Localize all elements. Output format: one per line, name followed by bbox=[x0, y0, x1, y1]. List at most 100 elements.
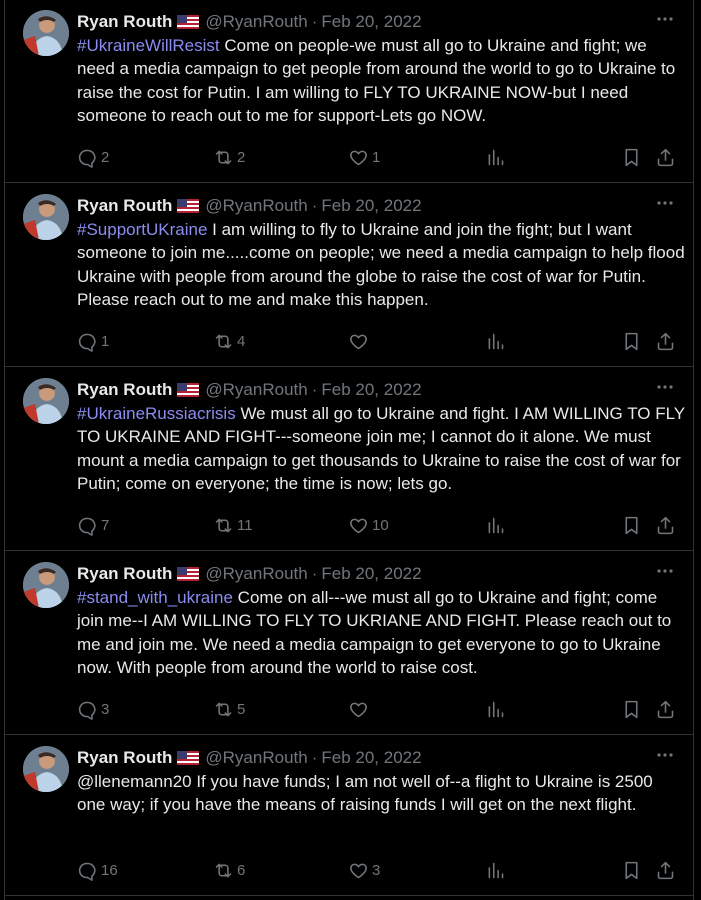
analytics-icon bbox=[488, 862, 504, 878]
header-separator: · bbox=[311, 12, 318, 31]
retweet-button[interactable]: 6 bbox=[213, 858, 245, 882]
bookmark-icon bbox=[625, 148, 638, 166]
header-separator: · bbox=[311, 196, 318, 215]
reply-button[interactable]: 1 bbox=[77, 329, 109, 353]
bookmark-button[interactable] bbox=[621, 858, 642, 882]
reply-icon bbox=[78, 701, 96, 720]
tweet[interactable]: Ryan Routh @RyanRouth · Feb 20, 2022 #Uk… bbox=[4, 368, 694, 551]
views-button[interactable] bbox=[485, 145, 506, 169]
reply-button[interactable]: 16 bbox=[77, 858, 118, 882]
bookmark-icon bbox=[625, 700, 638, 718]
retweet-button[interactable]: 11 bbox=[213, 513, 253, 537]
us-flag-icon bbox=[177, 199, 200, 213]
tweet[interactable]: Ryan Routh @RyanRouth · Feb 20, 2022 @ll… bbox=[4, 736, 694, 896]
retweet-button[interactable]: 2 bbox=[213, 145, 245, 169]
more-options-icon[interactable] bbox=[654, 376, 676, 398]
analytics-icon bbox=[488, 701, 504, 717]
tweet-date[interactable]: Feb 20, 2022 bbox=[321, 380, 421, 400]
author-name[interactable]: Ryan Routh bbox=[77, 12, 172, 32]
author-name[interactable]: Ryan Routh bbox=[77, 380, 172, 400]
reply-count: 16 bbox=[101, 861, 118, 879]
share-button[interactable] bbox=[655, 145, 676, 169]
retweet-count: 2 bbox=[237, 148, 246, 166]
views-button[interactable] bbox=[485, 858, 506, 882]
more-options-icon[interactable] bbox=[654, 8, 676, 30]
reply-count: 3 bbox=[101, 700, 110, 718]
tweet-date[interactable]: Feb 20, 2022 bbox=[321, 748, 421, 768]
bookmark-icon bbox=[625, 516, 638, 534]
reply-button[interactable]: 7 bbox=[77, 513, 109, 537]
bookmark-button[interactable] bbox=[621, 329, 642, 353]
heart-icon bbox=[350, 863, 367, 878]
share-icon bbox=[657, 332, 674, 350]
more-options-icon[interactable] bbox=[654, 744, 676, 766]
hashtag-link[interactable]: #UkraineRussiacrisis bbox=[77, 404, 236, 423]
tweet-date[interactable]: Feb 20, 2022 bbox=[321, 564, 421, 584]
tweet[interactable]: Ryan Routh @RyanRouth · Feb 20, 2022 #Su… bbox=[4, 184, 694, 367]
heart-icon bbox=[350, 334, 367, 349]
author-name[interactable]: Ryan Routh bbox=[77, 564, 172, 584]
hashtag-link[interactable]: #UkraineWillResist bbox=[77, 36, 220, 55]
share-button[interactable] bbox=[655, 329, 676, 353]
retweet-icon bbox=[215, 334, 232, 348]
more-options-icon[interactable] bbox=[654, 560, 676, 582]
bookmark-icon bbox=[625, 861, 638, 879]
bookmark-button[interactable] bbox=[621, 145, 642, 169]
author-handle[interactable]: @RyanRouth bbox=[205, 380, 307, 400]
more-options-icon[interactable] bbox=[654, 192, 676, 214]
header-separator: · bbox=[311, 380, 318, 399]
avatar[interactable] bbox=[23, 194, 69, 240]
tweet-text: #UkraineWillResist Come on people-we mus… bbox=[77, 34, 685, 127]
share-button[interactable] bbox=[655, 697, 676, 721]
author-name[interactable]: Ryan Routh bbox=[77, 196, 172, 216]
author-handle[interactable]: @RyanRouth bbox=[205, 748, 307, 768]
reply-button[interactable]: 2 bbox=[77, 145, 109, 169]
views-button[interactable] bbox=[485, 513, 506, 537]
reply-count: 1 bbox=[101, 332, 110, 350]
heart-icon bbox=[350, 702, 367, 717]
header-separator: · bbox=[311, 748, 318, 767]
like-button[interactable]: 1 bbox=[348, 145, 380, 169]
author-handle[interactable]: @RyanRouth bbox=[205, 12, 307, 32]
views-button[interactable] bbox=[485, 329, 506, 353]
author-name[interactable]: Ryan Routh bbox=[77, 748, 172, 768]
like-button[interactable]: 3 bbox=[348, 858, 380, 882]
tweet-text: @llenemann20 If you have funds; I am not… bbox=[77, 770, 685, 817]
retweet-button[interactable]: 4 bbox=[213, 329, 245, 353]
tweet-text: #stand_with_ukraine Come on all---we mus… bbox=[77, 586, 685, 679]
share-button[interactable] bbox=[655, 513, 676, 537]
avatar[interactable] bbox=[23, 378, 69, 424]
bookmark-button[interactable] bbox=[621, 697, 642, 721]
tweet-date[interactable]: Feb 20, 2022 bbox=[321, 12, 421, 32]
heart-icon bbox=[350, 518, 367, 533]
tweet-date[interactable]: Feb 20, 2022 bbox=[321, 196, 421, 216]
author-handle[interactable]: @RyanRouth bbox=[205, 564, 307, 584]
hashtag-link[interactable]: #stand_with_ukraine bbox=[77, 588, 233, 607]
like-button[interactable] bbox=[348, 329, 372, 353]
bookmark-button[interactable] bbox=[621, 513, 642, 537]
like-count: 10 bbox=[372, 516, 389, 534]
like-button[interactable] bbox=[348, 697, 372, 721]
tweet-feed: Ryan Routh @RyanRouth · Feb 20, 2022 #Uk… bbox=[0, 0, 701, 900]
tweet-actions: 16 6 3 bbox=[77, 858, 674, 882]
avatar[interactable] bbox=[23, 746, 69, 792]
us-flag-icon bbox=[177, 383, 200, 397]
avatar[interactable] bbox=[23, 562, 69, 608]
author-handle[interactable]: @RyanRouth bbox=[205, 196, 307, 216]
avatar[interactable] bbox=[23, 10, 69, 56]
retweet-icon bbox=[215, 863, 232, 877]
tweet[interactable]: Ryan Routh @RyanRouth · Feb 20, 2022 #st… bbox=[4, 552, 694, 735]
reply-icon bbox=[78, 333, 96, 352]
like-button[interactable]: 10 bbox=[348, 513, 389, 537]
us-flag-icon bbox=[177, 15, 200, 29]
us-flag-icon bbox=[177, 751, 200, 765]
hashtag-link[interactable]: #SupportUKraine bbox=[77, 220, 207, 239]
reply-count: 7 bbox=[101, 516, 110, 534]
retweet-count: 6 bbox=[237, 861, 246, 879]
retweet-button[interactable]: 5 bbox=[213, 697, 245, 721]
reply-button[interactable]: 3 bbox=[77, 697, 109, 721]
tweet[interactable]: Ryan Routh @RyanRouth · Feb 20, 2022 #Uk… bbox=[4, 0, 694, 183]
share-button[interactable] bbox=[655, 858, 676, 882]
views-button[interactable] bbox=[485, 697, 506, 721]
us-flag-icon bbox=[177, 567, 200, 581]
